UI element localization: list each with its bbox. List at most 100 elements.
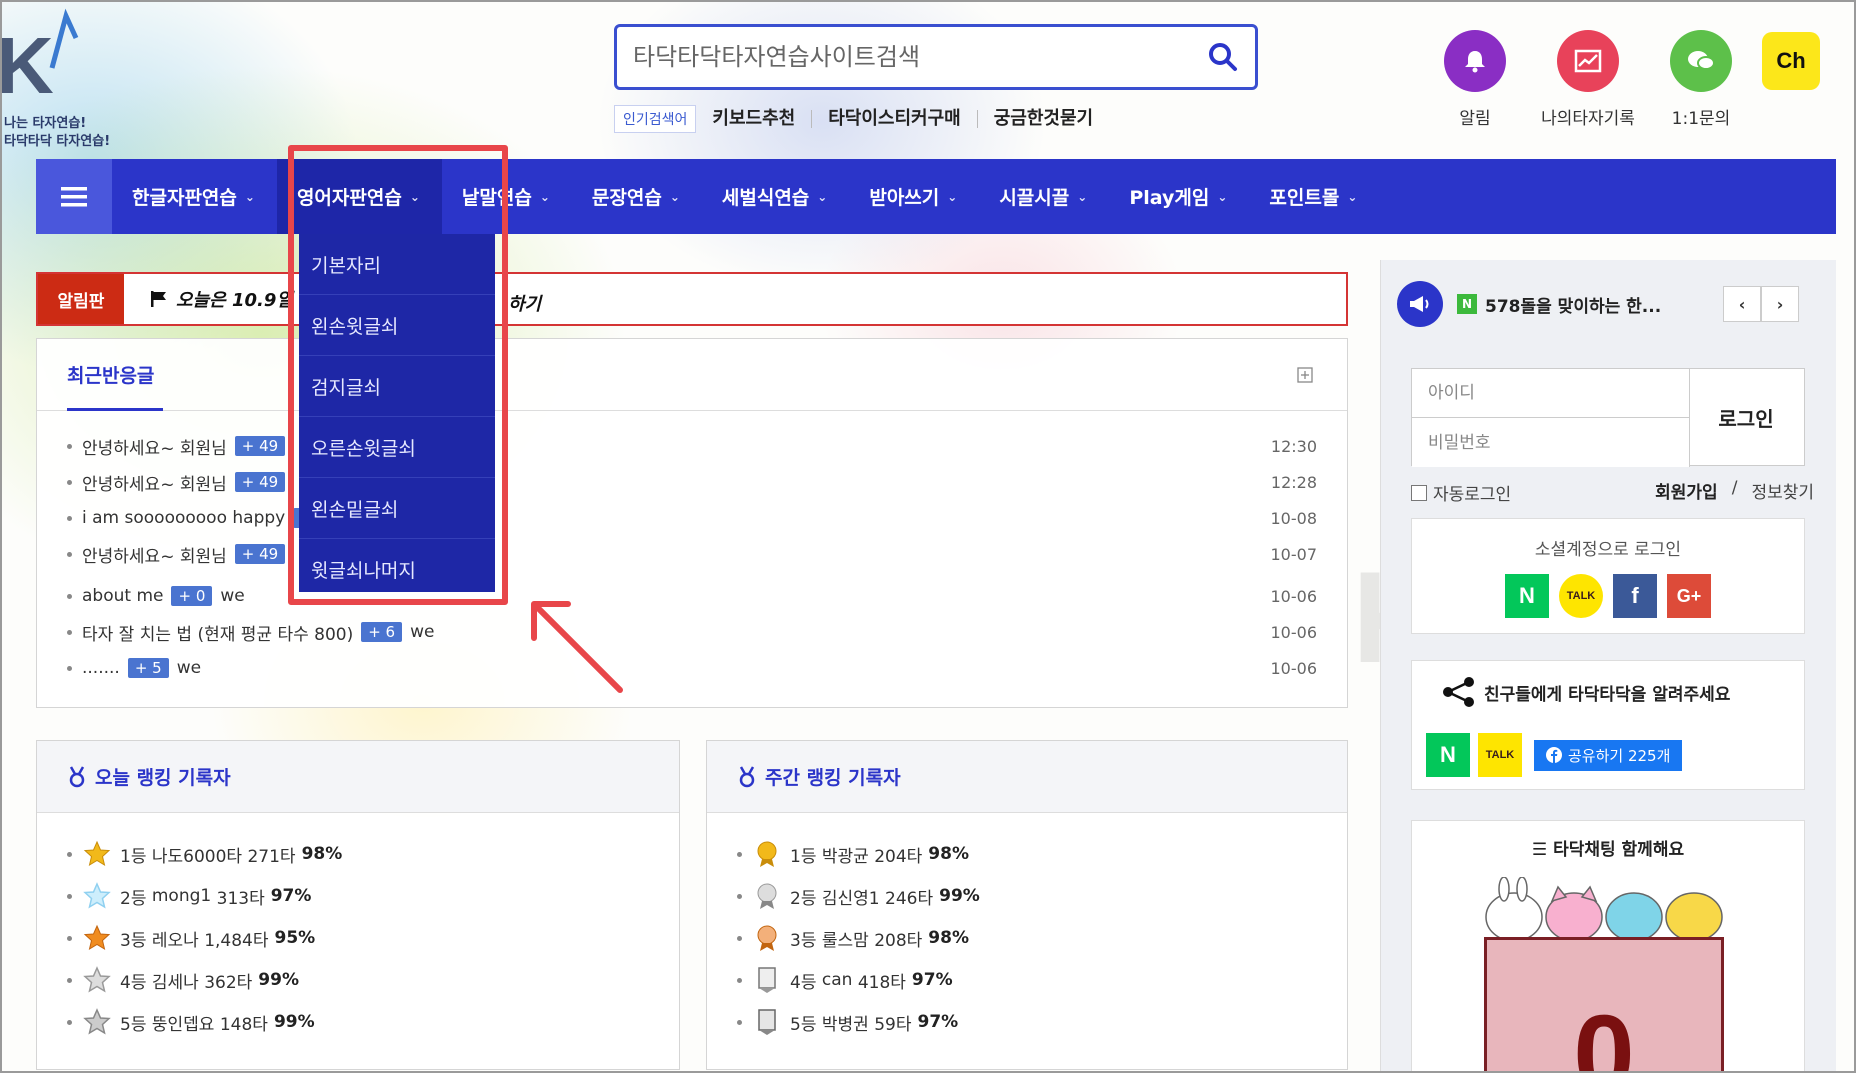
ranking-row[interactable]: 4등 can 418타 97%: [737, 963, 953, 997]
ranking-row[interactable]: 4등 김세나 362타 99%: [67, 963, 299, 997]
main-nav: 한글자판연습 ⌄ 영어자판연습 ⌄ 낱말연습 ⌄ 문장연습 ⌄ 세벌식연습 ⌄ 받아쓰기 ⌄…: [36, 159, 1836, 234]
ranking-row[interactable]: 1등 나도6000타 271타 98%: [67, 837, 342, 871]
chat-box: ☰ 타닥채팅 함께해요 0: [1411, 820, 1805, 1071]
ticker-prev-button[interactable]: ‹: [1723, 286, 1761, 322]
typing-record-label: 나의타자기록: [1541, 109, 1635, 129]
menu-button[interactable]: [36, 159, 112, 234]
list-item[interactable]: 안녕하세요~ 회원님 + 49 10-07: [67, 539, 1317, 569]
list-item[interactable]: 안녕하세요~ 회원님 + 49 12:28: [67, 467, 1317, 497]
chart-icon: [1557, 30, 1619, 92]
notification-button[interactable]: 알림: [1410, 30, 1540, 129]
bronze-medal-icon: [752, 923, 782, 953]
page-frame: K 나는 타자연습! 타닥타닥 타자연습! 인기검색어 키보드추천 타닥이스티커…: [0, 0, 1856, 1073]
ranking-row[interactable]: 5등 박병권 59타 97%: [737, 1005, 958, 1039]
list-item[interactable]: 타자 잘 치는 법 (현재 평균 타수 800) + 6 we 10-06: [67, 617, 1317, 647]
search-input[interactable]: [617, 27, 1191, 87]
bullet-icon: [67, 479, 72, 485]
list-item[interactable]: ....... + 5 we 10-06: [67, 653, 1317, 683]
signup-link[interactable]: 회원가입: [1655, 478, 1718, 503]
list-item[interactable]: about me + 0 we 10-06: [67, 581, 1317, 611]
popular-link-keyboard[interactable]: 키보드추천: [696, 110, 813, 128]
nav-play-game[interactable]: Play게임 ⌄: [1109, 159, 1249, 234]
rank-accuracy: 98%: [301, 844, 343, 864]
expand-icon[interactable]: [1297, 367, 1313, 383]
share-title: 친구들에게 타닥타닥을 알려주세요: [1442, 677, 1730, 707]
recent-posts-title[interactable]: 최근반응글: [67, 361, 154, 388]
hamburger-icon: [61, 186, 87, 206]
nav-sebeolsik-practice[interactable]: 세벌식연습 ⌄: [702, 159, 849, 234]
find-account-link[interactable]: 정보찾기: [1751, 478, 1814, 503]
nav-english-keyboard[interactable]: 영어자판연습 ⌄: [276, 159, 442, 234]
dropdown-item-index-finger[interactable]: 검지글쇠: [299, 356, 495, 417]
ranking-row[interactable]: 2등 mong1 313타 97%: [67, 879, 311, 913]
username-input[interactable]: [1412, 369, 1690, 418]
weekly-ranking-title: 주간 랭킹 기록자: [765, 767, 901, 789]
bullet-icon: [67, 851, 72, 857]
post-author: we: [176, 658, 202, 678]
ranking-row[interactable]: 3등 레오나 1,484타 95%: [67, 921, 315, 955]
dropdown-item-right-upper[interactable]: 오른손윗글쇠: [299, 417, 495, 478]
nav-word-practice[interactable]: 낱말연습 ⌄: [442, 159, 572, 234]
dropdown-item-upper-rest[interactable]: 윗글쇠나머지: [299, 539, 495, 600]
kakao-talk-icon[interactable]: TALK: [1559, 574, 1603, 618]
comment-count-badge: + 5: [127, 658, 169, 678]
tab-underline: [67, 408, 163, 411]
bullet-icon: [67, 443, 72, 449]
facebook-share-button[interactable]: 공유하기 225개: [1534, 739, 1683, 771]
rank-name: 김세나: [151, 972, 199, 993]
nav-label: 받아쓰기: [869, 187, 940, 209]
dropdown-item-left-upper[interactable]: 왼손윗글쇠: [299, 295, 495, 356]
naver-icon[interactable]: N: [1505, 574, 1549, 618]
nav-label: 시끌시끌: [999, 187, 1070, 209]
nav-label: 문장연습: [591, 187, 662, 209]
chevron-down-icon: ⌄: [539, 189, 550, 204]
ranking-row[interactable]: 3등 룰스맘 208타 98%: [737, 921, 969, 955]
chat-title-text[interactable]: 타닥채팅 함께해요: [1553, 840, 1684, 860]
typing-record-button[interactable]: 나의타자기록: [1523, 30, 1653, 129]
post-title: about me: [82, 586, 164, 606]
english-keyboard-dropdown: 기본자리 왼손윗글쇠 검지글쇠 오른손윗글쇠 왼손밑글쇠 윗글쇠나머지: [299, 234, 495, 592]
share-icon: [1443, 677, 1474, 707]
password-input[interactable]: [1412, 418, 1690, 467]
nav-sentence-practice[interactable]: 문장연습 ⌄: [572, 159, 702, 234]
popular-link-sticker[interactable]: 타닥이스티커구매: [812, 110, 978, 128]
gold-medal-icon: [752, 839, 782, 869]
ticker-next-button[interactable]: ›: [1761, 286, 1799, 322]
nav-community[interactable]: 시끌시끌 ⌄: [979, 159, 1109, 234]
auto-login-checkbox[interactable]: [1411, 484, 1427, 501]
account-links: 회원가입 / 정보찾기: [1655, 478, 1814, 503]
logo-arrow-icon: [49, 8, 79, 69]
login-button[interactable]: 로그인: [1688, 369, 1804, 465]
search-button[interactable]: [1191, 27, 1255, 87]
nav-point-mall[interactable]: 포인트몰 ⌄: [1249, 159, 1379, 234]
google-plus-icon[interactable]: G+: [1667, 574, 1711, 618]
auto-login-option[interactable]: 자동로그인: [1411, 480, 1511, 505]
chat-bubbles-icon: [1670, 30, 1732, 92]
facebook-icon[interactable]: f: [1613, 574, 1657, 618]
ranking-row[interactable]: 1등 박광균 204타 98%: [737, 837, 969, 871]
chevron-down-icon: ⌄: [947, 189, 958, 204]
ranking-row[interactable]: 2등 김신영1 246타 99%: [737, 879, 980, 913]
dropdown-item-home-row[interactable]: 기본자리: [299, 234, 495, 295]
rank-name: 나도6000타: [151, 846, 243, 867]
kakao-channel-icon[interactable]: Ch: [1762, 32, 1820, 90]
list-item[interactable]: i am sooooooooo happy+10-08: [67, 503, 1317, 533]
naver-share-icon[interactable]: N: [1426, 733, 1470, 777]
ticker-text[interactable]: 578돌을 맞이하는 한...: [1485, 292, 1661, 317]
rank-accuracy: 99%: [939, 886, 980, 906]
rank-speed: 59타: [874, 1014, 912, 1035]
list-item[interactable]: 안녕하세요~ 회원님 + 49 12:30: [67, 431, 1317, 461]
notice-message[interactable]: 오늘은 10.9일: [150, 286, 293, 312]
site-logo[interactable]: K 나는 타자연습! 타닥타닥 타자연습!: [2, 2, 110, 152]
post-title: 안녕하세요~ 회원님: [82, 546, 227, 567]
ranking-row[interactable]: 5등 뚱인뎁요 148타 99%: [67, 1005, 315, 1039]
nav-korean-keyboard[interactable]: 한글자판연습 ⌄: [112, 159, 277, 234]
weekly-ranking-header: 주간 랭킹 기록자: [707, 741, 1347, 813]
popular-link-question[interactable]: 궁금한것묻기: [978, 110, 1109, 128]
rank-number: 2등: [790, 888, 817, 909]
nav-dictation[interactable]: 받아쓰기 ⌄: [849, 159, 979, 234]
kakao-share-icon[interactable]: TALK: [1478, 733, 1522, 777]
post-time: 10-06: [1270, 658, 1318, 678]
dropdown-item-left-lower[interactable]: 왼손밑글쇠: [299, 478, 495, 539]
inquiry-button[interactable]: 1:1문의: [1636, 30, 1766, 129]
